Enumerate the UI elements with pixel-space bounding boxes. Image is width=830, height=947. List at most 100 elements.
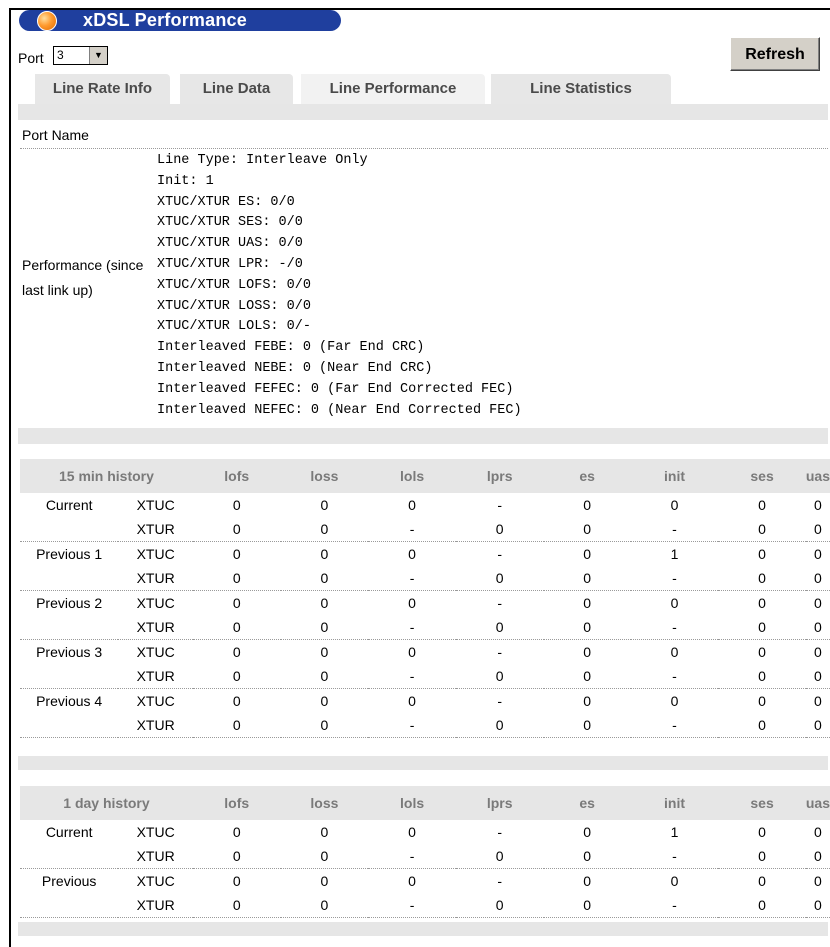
table-cell: 0 bbox=[455, 713, 544, 738]
table-cell: 0 bbox=[320, 546, 329, 562]
table-cell: 0 bbox=[718, 893, 806, 918]
table-cell: 0 bbox=[408, 595, 416, 611]
row-side-label: XTUR bbox=[118, 893, 193, 918]
table-row: XTUR 0 0-0 0-0 0 bbox=[20, 664, 830, 689]
table-cell: 0 bbox=[320, 595, 329, 611]
table-cell: 0 bbox=[408, 693, 416, 709]
table-cell: - bbox=[630, 844, 719, 869]
column-header: lofs bbox=[192, 786, 281, 820]
column-header: init bbox=[630, 459, 719, 493]
table-cell: 0 bbox=[192, 713, 281, 738]
table-row: Current XTUC 0 0 0 - 0 1 0 0 bbox=[20, 820, 830, 844]
table-row: XTUR 0 0-0 0-0 0 bbox=[20, 517, 830, 542]
orange-bullet-icon bbox=[37, 11, 57, 31]
table-cell: 1 bbox=[670, 824, 679, 840]
table-row: Previous 2 XTUC 0 0 0 - 0 0 0 0 bbox=[20, 591, 830, 616]
table-cell: 0 bbox=[758, 644, 766, 660]
refresh-button[interactable]: Refresh bbox=[730, 37, 820, 71]
row-group-label: Current bbox=[45, 824, 93, 840]
table-cell: 0 bbox=[320, 873, 329, 889]
performance-line: XTUC/XTUR UAS: 0/0 bbox=[157, 236, 303, 252]
row-side-label: XTUR bbox=[118, 615, 193, 640]
table-cell: 0 bbox=[758, 546, 766, 562]
table-cell: 0 bbox=[455, 664, 544, 689]
table-cell: 0 bbox=[814, 693, 822, 709]
column-header: init bbox=[630, 786, 719, 820]
chevron-down-icon[interactable]: ▼ bbox=[89, 47, 107, 64]
row-group-label bbox=[20, 893, 119, 918]
table-cell: 0 bbox=[670, 595, 679, 611]
table-cell: 0 bbox=[758, 873, 766, 889]
column-header: lols bbox=[368, 786, 456, 820]
table-row: XTUR 0 0-0 0-0 0 bbox=[20, 893, 830, 918]
table-cell: 0 bbox=[455, 566, 544, 591]
port-label: Port bbox=[18, 50, 44, 66]
table-cell: 0 bbox=[408, 824, 416, 840]
performance-line: XTUC/XTUR LPR: -/0 bbox=[157, 256, 303, 272]
performance-lines: Line Type: Interleave Only Init: 1 XTUC/XT… bbox=[157, 151, 522, 421]
table-cell: 0 bbox=[408, 546, 416, 562]
table-cell: - bbox=[497, 546, 503, 562]
column-header: es bbox=[543, 459, 631, 493]
table-cell: 0 bbox=[280, 566, 369, 591]
table-cell: 0 bbox=[543, 893, 631, 918]
table-cell: 0 bbox=[455, 517, 544, 542]
row-group-label: Previous 2 bbox=[36, 595, 103, 611]
table-cell: 0 bbox=[814, 595, 822, 611]
performance-line: XTUC/XTUR SES: 0/0 bbox=[157, 215, 303, 231]
table-cell: - bbox=[630, 893, 719, 918]
tab-line-performance[interactable]: Line Performance bbox=[301, 74, 485, 104]
column-header: ses bbox=[718, 786, 806, 820]
tab-line-data[interactable]: Line Data bbox=[180, 74, 293, 104]
column-header: 1 day history bbox=[20, 786, 193, 820]
table-cell: - bbox=[497, 644, 503, 660]
row-group-label: Previous 3 bbox=[36, 644, 103, 660]
table-cell: - bbox=[368, 713, 456, 738]
performance-line: Interleaved FEBE: 0 (Far End CRC) bbox=[157, 340, 425, 356]
row-group-label bbox=[20, 517, 119, 542]
row-side-label: XTUR bbox=[118, 713, 193, 738]
row-side-label: XTUR bbox=[118, 566, 193, 591]
table-cell: 0 bbox=[232, 873, 241, 889]
table-cell: 0 bbox=[583, 873, 592, 889]
table-cell: 0 bbox=[670, 497, 679, 513]
row-side-label: XTUR bbox=[118, 664, 193, 689]
table-cell: 0 bbox=[814, 824, 822, 840]
table-cell: 0 bbox=[805, 566, 830, 591]
divider bbox=[20, 148, 828, 149]
table-row: XTUR 0 0-0 0-0 0 bbox=[20, 615, 830, 640]
table-row: Current XTUC 0 0 0 - 0 0 0 0 bbox=[20, 493, 830, 517]
row-side-label: XTUC bbox=[136, 595, 175, 611]
table-cell: 0 bbox=[758, 595, 766, 611]
column-header: uas bbox=[805, 459, 830, 493]
column-header: ses bbox=[718, 459, 806, 493]
table-cell: - bbox=[368, 615, 456, 640]
port-select[interactable]: 3 ▼ bbox=[53, 46, 108, 65]
performance-line: XTUC/XTUR LOLS: 0/- bbox=[157, 319, 311, 335]
table-cell: 0 bbox=[718, 517, 806, 542]
table-cell: 0 bbox=[543, 615, 631, 640]
row-side-label: XTUC bbox=[136, 644, 175, 660]
performance-line: XTUC/XTUR LOSS: 0/0 bbox=[157, 298, 311, 314]
table-cell: 0 bbox=[814, 546, 822, 562]
table-cell: 0 bbox=[583, 644, 592, 660]
table-cell: 0 bbox=[192, 517, 281, 542]
table-cell: 0 bbox=[192, 615, 281, 640]
table-cell: - bbox=[497, 693, 503, 709]
table-cell: - bbox=[368, 566, 456, 591]
row-side-label: XTUR bbox=[118, 844, 193, 869]
column-header: es bbox=[543, 786, 631, 820]
port-name-label: Port Name bbox=[22, 127, 89, 143]
tab-line-rate-info[interactable]: Line Rate Info bbox=[35, 74, 170, 104]
table-row: Previous 3 XTUC 0 0 0 - 0 0 0 0 bbox=[20, 640, 830, 665]
tab-line-statistics[interactable]: Line Statistics bbox=[491, 74, 671, 104]
table-cell: 0 bbox=[192, 566, 281, 591]
table-cell: 0 bbox=[192, 844, 281, 869]
table-cell: - bbox=[630, 566, 719, 591]
table-cell: 0 bbox=[543, 664, 631, 689]
table-cell: 0 bbox=[805, 713, 830, 738]
row-group-label bbox=[20, 615, 119, 640]
table-row: Previous XTUC 0 0 0 - 0 0 0 0 bbox=[20, 869, 830, 894]
port-name-value bbox=[152, 122, 828, 148]
table-cell: 0 bbox=[280, 615, 369, 640]
